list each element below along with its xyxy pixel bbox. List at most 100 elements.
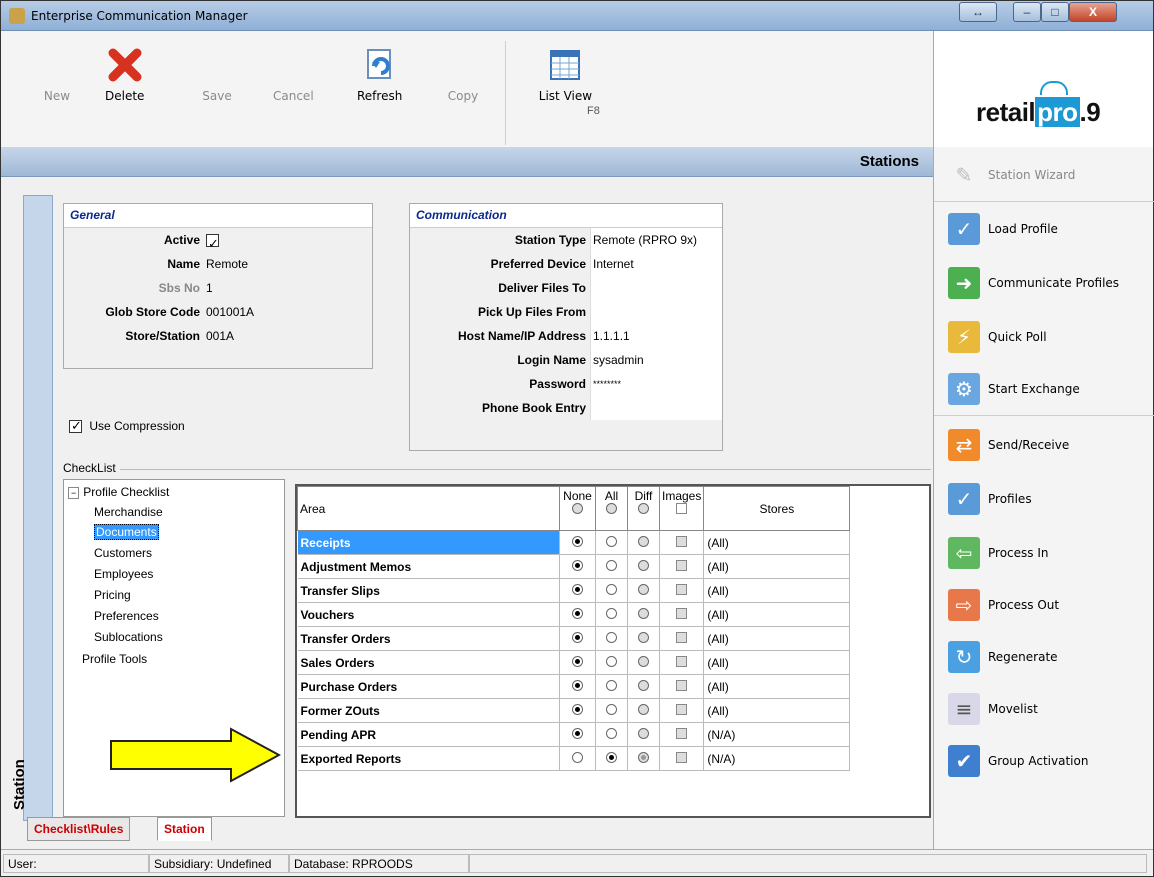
stores-cell[interactable]: (N/A) [703,746,851,771]
images-cell[interactable] [659,650,705,675]
tab-station[interactable]: Station [157,817,212,841]
area-cell[interactable]: Pending APR [297,722,560,747]
none-cell[interactable] [559,626,596,651]
store-station-field[interactable]: 001A [204,324,372,348]
option-radio[interactable] [638,655,649,667]
option-radio[interactable] [638,535,649,547]
phone-book-field[interactable] [590,396,722,420]
table-row[interactable]: Former ZOuts (All) [297,698,851,723]
table-row[interactable]: Purchase Orders (All) [297,674,851,699]
all-cell[interactable] [595,698,628,723]
start-exchange-button[interactable]: ⚙ Start Exchange [948,369,1080,409]
diff-cell[interactable] [627,530,660,555]
table-row[interactable]: Vouchers (All) [297,602,851,627]
stores-cell[interactable]: (All) [703,650,851,675]
movelist-button[interactable]: ≡ Movelist [948,689,1038,729]
restore-button[interactable]: ↔ [959,2,997,22]
col-images[interactable]: Images [658,486,705,531]
option-radio[interactable] [606,679,617,691]
deliver-files-field[interactable] [590,276,722,300]
option-radio[interactable] [572,727,583,739]
diff-cell[interactable] [627,722,660,747]
use-compression-checkbox[interactable] [69,418,82,434]
option-radio[interactable] [606,703,617,715]
name-field[interactable]: Remote [204,252,372,276]
all-cell[interactable] [595,674,628,699]
station-type-field[interactable]: Remote (RPRO 9x) [590,228,722,252]
images-cell[interactable] [659,626,705,651]
tab-checklist-rules[interactable]: Checklist\Rules [27,817,131,841]
process-in-button[interactable]: ⇦ Process In [948,533,1048,573]
area-cell[interactable]: Purchase Orders [297,674,560,699]
area-cell[interactable]: Transfer Slips [297,578,560,603]
all-cell[interactable] [595,722,628,747]
close-button[interactable]: X [1069,2,1117,22]
images-cell[interactable] [659,530,705,555]
diff-cell[interactable] [627,578,660,603]
option-radio[interactable] [606,583,617,595]
table-row[interactable]: Pending APR (N/A) [297,722,851,747]
none-cell[interactable] [559,602,596,627]
option-radio[interactable] [638,631,649,643]
refresh-button[interactable]: Refresh [357,47,402,103]
images-checkbox[interactable] [676,655,688,667]
stores-cell[interactable]: (All) [703,530,851,555]
none-cell[interactable] [559,578,596,603]
images-checkbox[interactable] [676,607,688,619]
stores-cell[interactable]: (All) [703,578,851,603]
tree-item-documents[interactable]: Documents [94,522,159,542]
tree-item-customers[interactable]: Customers [94,543,152,563]
option-radio[interactable] [638,679,649,691]
table-row[interactable]: Transfer Orders (All) [297,626,851,651]
option-radio[interactable] [638,583,649,595]
table-row[interactable]: Sales Orders (All) [297,650,851,675]
diff-cell[interactable] [627,674,660,699]
images-checkbox[interactable] [676,751,688,763]
stores-cell[interactable]: (All) [703,554,851,579]
images-cell[interactable] [659,674,705,699]
option-radio[interactable] [572,535,583,547]
copy-button[interactable]: Copy [445,47,481,103]
option-radio[interactable] [606,631,617,643]
stores-cell[interactable]: (All) [703,674,851,699]
images-cell[interactable] [659,554,705,579]
images-cell[interactable] [659,722,705,747]
host-ip-field[interactable]: 1.1.1.1 [590,324,722,348]
load-profile-button[interactable]: ✓ Load Profile [948,209,1058,249]
minimize-button[interactable]: – [1013,2,1041,22]
option-radio[interactable] [572,583,583,595]
none-cell[interactable] [559,650,596,675]
login-name-field[interactable]: sysadmin [590,348,722,372]
option-radio[interactable] [606,655,617,667]
tree-item-preferences[interactable]: Preferences [94,606,159,626]
col-diff[interactable]: Diff [627,486,660,531]
images-checkbox[interactable] [676,727,688,739]
use-compression[interactable]: Use Compression [69,418,185,434]
images-checkbox[interactable] [676,535,688,547]
images-checkbox[interactable] [676,679,688,691]
area-cell[interactable]: Transfer Orders [297,626,560,651]
preferred-device-field[interactable]: Internet [590,252,722,276]
station-wizard-button[interactable]: ✎ Station Wizard [948,155,1076,195]
images-cell[interactable] [659,746,705,771]
option-radio[interactable] [572,631,583,643]
active-checkbox[interactable] [206,232,219,256]
process-out-button[interactable]: ⇨ Process Out [948,585,1059,625]
stores-cell[interactable]: (All) [703,626,851,651]
delete-button[interactable]: Delete [105,47,144,103]
option-radio[interactable] [638,559,649,571]
password-field[interactable]: ******** [590,372,722,396]
option-radio[interactable] [572,607,583,619]
glob-store-field[interactable]: 001001A [204,300,372,324]
regenerate-button[interactable]: ↻ Regenerate [948,637,1058,677]
col-stores[interactable]: Stores [703,486,851,531]
send-receive-button[interactable]: ⇄ Send/Receive [948,425,1069,465]
col-area[interactable]: Area [297,486,560,531]
tree-item-sublocations[interactable]: Sublocations [94,627,163,647]
diff-cell[interactable] [627,626,660,651]
table-row[interactable]: Receipts (All) [297,530,851,555]
none-cell[interactable] [559,722,596,747]
option-radio[interactable] [606,559,617,571]
new-button[interactable]: New [39,47,75,103]
all-cell[interactable] [595,578,628,603]
